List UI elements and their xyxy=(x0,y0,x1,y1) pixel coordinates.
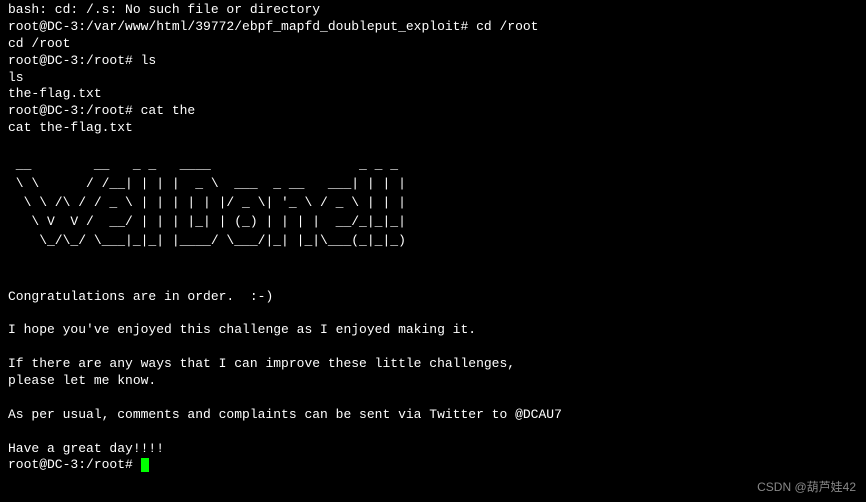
ascii-art-line: \ V V / __/ | | | |_| | (_) | | | | __/_… xyxy=(8,215,858,230)
message-line: As per usual, comments and complaints ca… xyxy=(8,407,858,424)
blank-line xyxy=(8,390,858,407)
terminal-line-prompt: root@DC-3:/var/www/html/39772/ebpf_mapfd… xyxy=(8,19,858,36)
ascii-art-line: \_/\_/ \___|_|_| |____/ \___/|_| |_|\___… xyxy=(8,234,858,249)
ascii-art-line: __ __ _ _ ____ _ _ _ xyxy=(8,158,858,173)
message-line: please let me know. xyxy=(8,373,858,390)
blank-line xyxy=(8,305,858,322)
blank-line xyxy=(8,272,858,289)
cursor-icon xyxy=(141,458,149,472)
ascii-art-line: \ \ /\ / / _ \ | | | | | |/ _ \| '_ \ / … xyxy=(8,196,858,211)
terminal-line-echo: ls xyxy=(8,70,858,87)
terminal-line-prompt: root@DC-3:/root# ls xyxy=(8,53,858,70)
message-line: Congratulations are in order. :-) xyxy=(8,289,858,306)
ascii-art-line: \ \ / /__| | | | _ \ ___ _ __ ___| | | | xyxy=(8,177,858,192)
blank-line xyxy=(8,137,858,154)
terminal-line-echo: cd /root xyxy=(8,36,858,53)
message-line: If there are any ways that I can improve… xyxy=(8,356,858,373)
prompt-text: root@DC-3:/root# xyxy=(8,457,141,472)
terminal-active-prompt[interactable]: root@DC-3:/root# xyxy=(8,457,858,474)
message-line: I hope you've enjoyed this challenge as … xyxy=(8,322,858,339)
terminal-line-error: bash: cd: /.s: No such file or directory xyxy=(8,2,858,19)
terminal-line-echo: cat the-flag.txt xyxy=(8,120,858,137)
terminal-line-output: the-flag.txt xyxy=(8,86,858,103)
ascii-art-line xyxy=(8,253,858,268)
blank-line xyxy=(8,339,858,356)
watermark-text: CSDN @葫芦娃42 xyxy=(757,480,856,496)
blank-line xyxy=(8,424,858,441)
message-line: Have a great day!!!! xyxy=(8,441,858,458)
terminal-line-prompt: root@DC-3:/root# cat the xyxy=(8,103,858,120)
